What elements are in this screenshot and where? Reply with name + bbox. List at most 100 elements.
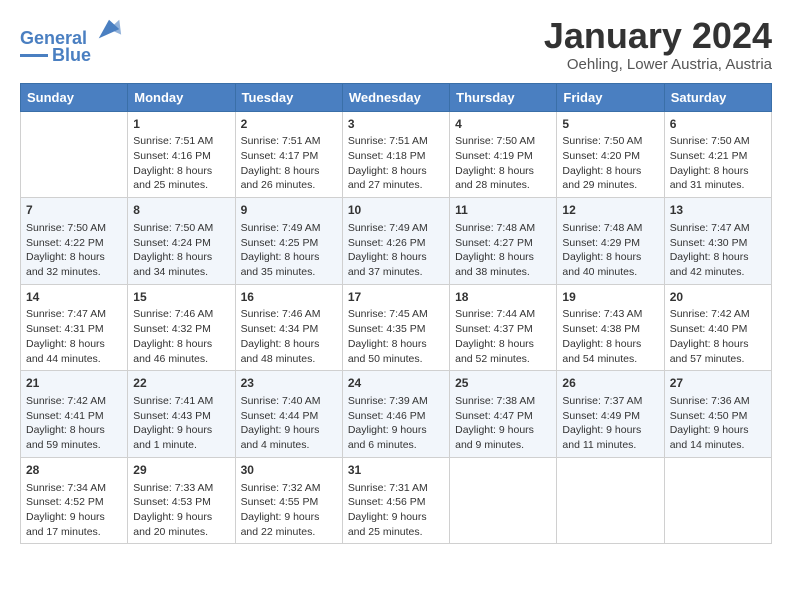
day-number: 28 — [26, 462, 122, 479]
location-subtitle: Oehling, Lower Austria, Austria — [544, 56, 772, 73]
day-number: 1 — [133, 116, 229, 133]
cell-content: 16Sunrise: 7:46 AMSunset: 4:34 PMDayligh… — [241, 289, 337, 367]
cell-content: 20Sunrise: 7:42 AMSunset: 4:40 PMDayligh… — [670, 289, 766, 367]
week-row-1: 1 Sunrise: 7:51 AM Sunset: 4:16 PM Daylight… — [21, 111, 772, 198]
cell-line: Sunrise: 7:47 AM — [26, 308, 106, 320]
cell-line: Sunrise: 7:31 AM — [348, 482, 428, 494]
day-number: 15 — [133, 289, 229, 306]
cell-line: and 26 minutes. — [241, 179, 316, 191]
cell-line: Sunset: 4:53 PM — [133, 496, 211, 508]
cell-content: 27Sunrise: 7:36 AMSunset: 4:50 PMDayligh… — [670, 375, 766, 453]
col-header-monday: Monday — [128, 83, 235, 111]
cell-content: 31Sunrise: 7:31 AMSunset: 4:56 PMDayligh… — [348, 462, 444, 540]
day-number: 17 — [348, 289, 444, 306]
day-number: 30 — [241, 462, 337, 479]
cell-line: and 48 minutes. — [241, 353, 316, 365]
cell-line: Sunrise: 7:50 AM — [562, 135, 642, 147]
cell-line: Daylight: 8 hours — [670, 165, 749, 177]
cell-line: Sunrise: 7:34 AM — [26, 482, 106, 494]
cell-line: Daylight: 8 hours — [241, 338, 320, 350]
cell-line: and 38 minutes. — [455, 266, 530, 278]
col-header-thursday: Thursday — [450, 83, 557, 111]
calendar-cell: 15Sunrise: 7:46 AMSunset: 4:32 PMDayligh… — [128, 284, 235, 371]
cell-line: Daylight: 9 hours — [348, 511, 427, 523]
cell-line: Sunrise: 7:32 AM — [241, 482, 321, 494]
day-number: 5 — [562, 116, 658, 133]
day-number: 31 — [348, 462, 444, 479]
cell-line: Sunset: 4:22 PM — [26, 237, 104, 249]
calendar-cell: 22Sunrise: 7:41 AMSunset: 4:43 PMDayligh… — [128, 371, 235, 458]
cell-content: 26Sunrise: 7:37 AMSunset: 4:49 PMDayligh… — [562, 375, 658, 453]
cell-line: Sunset: 4:17 PM — [241, 150, 319, 162]
cell-line: Daylight: 9 hours — [26, 511, 105, 523]
cell-line: Sunset: 4:16 PM — [133, 150, 211, 162]
cell-line: Sunset: 4:21 PM — [670, 150, 748, 162]
cell-line: Daylight: 8 hours — [241, 251, 320, 263]
cell-line: Daylight: 9 hours — [455, 424, 534, 436]
calendar-cell: 24Sunrise: 7:39 AMSunset: 4:46 PMDayligh… — [342, 371, 449, 458]
cell-content: 5Sunrise: 7:50 AMSunset: 4:20 PMDaylight… — [562, 116, 658, 194]
calendar-cell: 19Sunrise: 7:43 AMSunset: 4:38 PMDayligh… — [557, 284, 664, 371]
calendar-cell: 31Sunrise: 7:31 AMSunset: 4:56 PMDayligh… — [342, 457, 449, 544]
cell-line: Sunrise: 7:43 AM — [562, 308, 642, 320]
cell-content: 30Sunrise: 7:32 AMSunset: 4:55 PMDayligh… — [241, 462, 337, 540]
day-number: 16 — [241, 289, 337, 306]
cell-line: Daylight: 8 hours — [133, 251, 212, 263]
col-header-wednesday: Wednesday — [342, 83, 449, 111]
day-number: 10 — [348, 202, 444, 219]
day-number: 3 — [348, 116, 444, 133]
cell-line: Sunset: 4:19 PM — [455, 150, 533, 162]
cell-content: 14Sunrise: 7:47 AMSunset: 4:31 PMDayligh… — [26, 289, 122, 367]
calendar-cell: 4Sunrise: 7:50 AMSunset: 4:19 PMDaylight… — [450, 111, 557, 198]
cell-line: Sunset: 4:20 PM — [562, 150, 640, 162]
cell-line: and 1 minute. — [133, 439, 197, 451]
week-row-2: 7Sunrise: 7:50 AMSunset: 4:22 PMDaylight… — [21, 198, 772, 285]
cell-line: and 4 minutes. — [241, 439, 310, 451]
cell-line: Sunrise: 7:41 AM — [133, 395, 213, 407]
cell-line: Daylight: 9 hours — [241, 424, 320, 436]
header: General Blue January 2024 Oehling, Lower… — [20, 16, 772, 73]
cell-line: Sunrise: 7:36 AM — [670, 395, 750, 407]
cell-content: 12Sunrise: 7:48 AMSunset: 4:29 PMDayligh… — [562, 202, 658, 280]
col-header-friday: Friday — [557, 83, 664, 111]
cell-content: 29Sunrise: 7:33 AMSunset: 4:53 PMDayligh… — [133, 462, 229, 540]
cell-line: Daylight: 8 hours — [26, 424, 105, 436]
cell-line: and 54 minutes. — [562, 353, 637, 365]
cell-line: and 40 minutes. — [562, 266, 637, 278]
day-number: 25 — [455, 375, 551, 392]
cell-line: Sunrise: 7:46 AM — [133, 308, 213, 320]
cell-line: Sunrise: 7:38 AM — [455, 395, 535, 407]
cell-line: Sunrise: 7:48 AM — [455, 222, 535, 234]
cell-line: Sunrise: 7:51 AM — [241, 135, 321, 147]
cell-line: Daylight: 8 hours — [670, 338, 749, 350]
day-number: 6 — [670, 116, 766, 133]
calendar-cell: 9Sunrise: 7:49 AMSunset: 4:25 PMDaylight… — [235, 198, 342, 285]
day-number: 18 — [455, 289, 551, 306]
cell-line: Sunrise: 7:50 AM — [670, 135, 750, 147]
calendar-cell: 21Sunrise: 7:42 AMSunset: 4:41 PMDayligh… — [21, 371, 128, 458]
calendar-cell: 14Sunrise: 7:47 AMSunset: 4:31 PMDayligh… — [21, 284, 128, 371]
calendar-cell: 28Sunrise: 7:34 AMSunset: 4:52 PMDayligh… — [21, 457, 128, 544]
cell-line: Sunset: 4:27 PM — [455, 237, 533, 249]
cell-line: Sunrise: 7:37 AM — [562, 395, 642, 407]
cell-content: 24Sunrise: 7:39 AMSunset: 4:46 PMDayligh… — [348, 375, 444, 453]
col-header-tuesday: Tuesday — [235, 83, 342, 111]
cell-line: Daylight: 8 hours — [348, 165, 427, 177]
cell-line: and 27 minutes. — [348, 179, 423, 191]
cell-line: Sunrise: 7:49 AM — [348, 222, 428, 234]
cell-line: and 6 minutes. — [348, 439, 417, 451]
cell-line: Sunset: 4:49 PM — [562, 410, 640, 422]
cell-content: 1Sunrise: 7:51 AMSunset: 4:16 PMDaylight… — [133, 116, 229, 194]
header-row: SundayMondayTuesdayWednesdayThursdayFrid… — [21, 83, 772, 111]
cell-line: Sunset: 4:44 PM — [241, 410, 319, 422]
cell-line: Daylight: 9 hours — [133, 511, 212, 523]
cell-line: Sunset: 4:24 PM — [133, 237, 211, 249]
cell-line: and 57 minutes. — [670, 353, 745, 365]
cell-content: 17Sunrise: 7:45 AMSunset: 4:35 PMDayligh… — [348, 289, 444, 367]
cell-line: and 31 minutes. — [670, 179, 745, 191]
day-number: 9 — [241, 202, 337, 219]
day-number: 19 — [562, 289, 658, 306]
cell-line: Sunrise: 7:49 AM — [241, 222, 321, 234]
cell-line: and 52 minutes. — [455, 353, 530, 365]
cell-line: Daylight: 8 hours — [562, 338, 641, 350]
